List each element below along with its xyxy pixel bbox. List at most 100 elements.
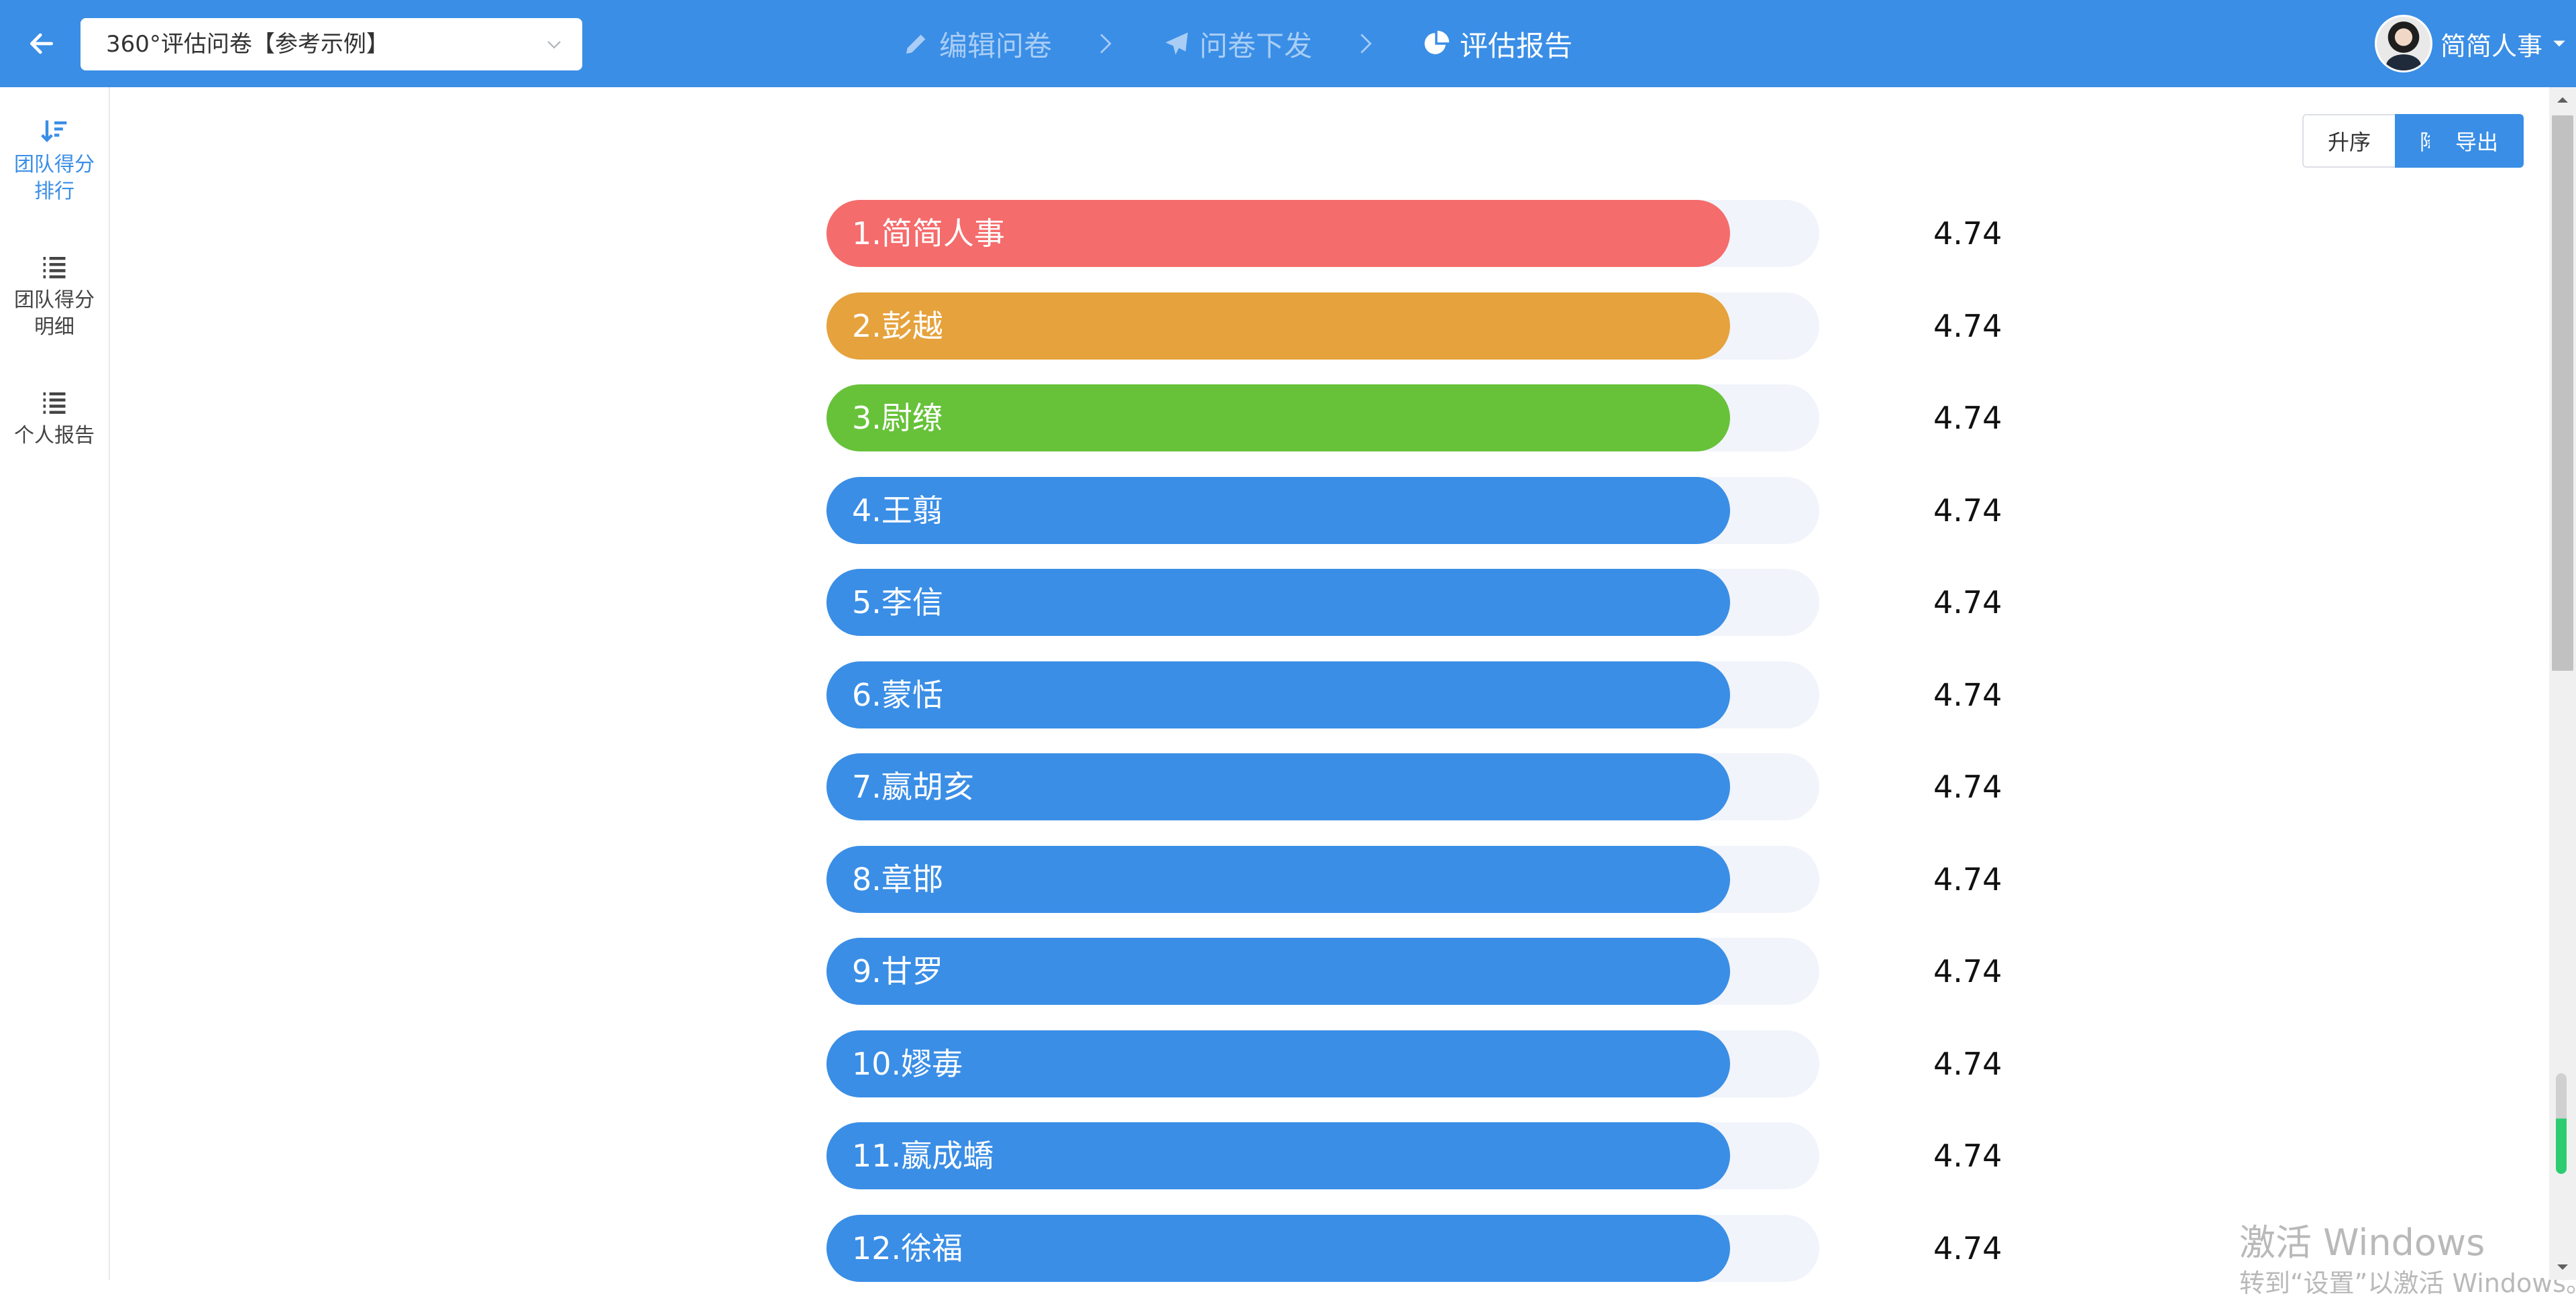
ranking-row: 5.李信 4.74 <box>826 569 2047 637</box>
ranking-bar-track: 2.彭越 <box>826 292 1819 360</box>
sidebar: 团队得分排行 团队得分明细 个人报告 <box>0 87 110 1280</box>
sidebar-item-label: 个人报告 <box>14 424 95 447</box>
sort-descending-icon <box>41 120 67 142</box>
ranking-bar: 5.李信 <box>826 569 1730 636</box>
user-name: 简简人事 <box>2440 31 2543 61</box>
sidebar-item-team-ranking[interactable]: 团队得分排行 <box>0 117 109 205</box>
chevron-right-icon <box>1360 34 1372 54</box>
ranking-bar: 10.嫪毐 <box>826 1030 1730 1097</box>
ranking-name-label: 8.章邯 <box>852 861 943 898</box>
windows-activation-watermark: 激活 Windows 转到“设置”以激活 Windows。 <box>2239 1220 2576 1300</box>
ranking-score: 4.74 <box>1933 307 2002 344</box>
scroll-down-arrow-icon[interactable] <box>2556 1262 2569 1272</box>
ranking-bar-track: 7.嬴胡亥 <box>826 753 1819 820</box>
ranking-name-label: 7.嬴胡亥 <box>852 769 974 805</box>
export-button[interactable]: 导出 <box>2430 114 2524 168</box>
ranking-score: 4.74 <box>1933 676 2002 713</box>
survey-select-value: 360°评估问卷【参考示例】 <box>106 31 389 58</box>
list-icon <box>43 256 66 278</box>
ranking-row: 11.嬴成蟜 4.74 <box>826 1122 2047 1191</box>
watermark-subtitle: 转到“设置”以激活 Windows。 <box>2239 1268 2576 1298</box>
back-button[interactable] <box>15 17 68 70</box>
pencil-icon <box>906 34 926 54</box>
ranking-score: 4.74 <box>1933 584 2002 620</box>
ranking-row: 2.彭越 4.74 <box>826 292 2047 361</box>
step-label: 问卷下发 <box>1199 29 1313 62</box>
ranking-name-label: 3.尉缭 <box>852 400 943 436</box>
ranking-bar-track: 10.嫪毐 <box>826 1030 1819 1097</box>
ranking-score: 4.74 <box>1933 1230 2002 1266</box>
ranking-row: 10.嫪毐 4.74 <box>826 1030 2047 1099</box>
ranking-score: 4.74 <box>1933 769 2002 805</box>
ranking-name-label: 11.嬴成蟜 <box>852 1138 994 1174</box>
ranking-bar-track: 11.嬴成蟜 <box>826 1122 1819 1189</box>
ranking-bar-track: 4.王翦 <box>826 476 1819 544</box>
step-label: 编辑问卷 <box>939 29 1053 62</box>
ranking-bar: 11.嬴成蟜 <box>826 1122 1730 1189</box>
paper-plane-icon <box>1165 32 1188 55</box>
ranking-bar: 12.徐福 <box>826 1214 1730 1282</box>
ranking-bar: 9.甘罗 <box>826 938 1730 1005</box>
main-content: 升序 降序 导出 1.简简人事4.742.彭越4.743.尉缭4.744.王翦4… <box>111 87 2576 1298</box>
ranking-score: 4.74 <box>1933 492 2002 529</box>
watermark-title: 激活 Windows <box>2239 1222 2485 1264</box>
scrollbar-thumb[interactable] <box>2552 115 2573 671</box>
ranking-name-label: 9.甘罗 <box>852 953 943 989</box>
ranking-bar-track: 5.李信 <box>826 569 1819 636</box>
step-edit-survey[interactable]: 编辑问卷 <box>903 20 1052 67</box>
user-menu[interactable]: 简简人事 <box>2375 15 2567 72</box>
ranking-row: 1.简简人事 4.74 <box>826 200 2047 268</box>
sidebar-item-label: 团队得分排行 <box>14 153 95 203</box>
ranking-bar-track: 9.甘罗 <box>826 938 1819 1005</box>
ranking-bar: 1.简简人事 <box>826 200 1730 267</box>
ranking-score: 4.74 <box>1933 400 2002 436</box>
ranking-row: 12.徐福 4.74 <box>826 1214 2047 1283</box>
ranking-name-label: 4.王翦 <box>852 492 943 529</box>
ranking-row: 4.王翦 4.74 <box>826 476 2047 545</box>
sidebar-item-personal-report[interactable]: 个人报告 <box>0 388 109 449</box>
ranking-name-label: 1.简简人事 <box>852 215 1005 252</box>
ranking-name-label: 2.彭越 <box>852 307 943 344</box>
ranking-bar: 2.彭越 <box>826 292 1730 360</box>
step-label: 评估报告 <box>1460 29 1573 62</box>
ranking-score: 4.74 <box>1933 1138 2002 1174</box>
ranking-bar-track: 8.章邯 <box>826 845 1819 913</box>
scroll-up-arrow-icon[interactable] <box>2556 95 2569 105</box>
sidebar-item-team-detail[interactable]: 团队得分明细 <box>0 252 109 341</box>
chevron-right-icon <box>1100 34 1112 54</box>
step-evaluation-report[interactable]: 评估报告 <box>1422 20 1572 67</box>
ranking-bar-track: 6.蒙恬 <box>826 661 1819 728</box>
list-icon <box>43 392 66 414</box>
ranking-bar: 4.王翦 <box>826 476 1730 544</box>
ranking-bar: 8.章邯 <box>826 845 1730 913</box>
pie-chart-icon <box>1424 30 1450 54</box>
ranking-row: 8.章邯 4.74 <box>826 845 2047 914</box>
ranking-bar-track: 1.简简人事 <box>826 200 1819 267</box>
ranking-score: 4.74 <box>1933 953 2002 989</box>
ranking-row: 7.嬴胡亥 4.74 <box>826 753 2047 822</box>
ranking-bar: 6.蒙恬 <box>826 661 1730 728</box>
floating-side-indicator <box>2556 1073 2567 1174</box>
ranking-score: 4.74 <box>1933 861 2002 898</box>
arrow-left-icon <box>30 33 54 54</box>
ranking-name-label: 6.蒙恬 <box>852 676 943 713</box>
chevron-down-icon <box>547 41 561 49</box>
top-bar: 360°评估问卷【参考示例】 编辑问卷 问卷下发 评估报告 简简人事 <box>0 0 2576 87</box>
step-distribute-survey[interactable]: 问卷下发 <box>1163 20 1312 67</box>
ranking-row: 6.蒙恬 4.74 <box>826 661 2047 730</box>
ranking-name-label: 5.李信 <box>852 584 943 620</box>
ranking-name-label: 10.嫪毐 <box>852 1045 963 1082</box>
ascending-button[interactable]: 升序 <box>2302 114 2395 168</box>
ranking-bar: 3.尉缭 <box>826 384 1730 451</box>
ranking-row: 9.甘罗 4.74 <box>826 938 2047 1006</box>
survey-select[interactable]: 360°评估问卷【参考示例】 <box>80 18 582 70</box>
ranking-bar-track: 12.徐福 <box>826 1214 1819 1282</box>
ranking-score: 4.74 <box>1933 215 2002 252</box>
avatar <box>2375 15 2432 72</box>
sidebar-item-label: 团队得分明细 <box>14 288 95 339</box>
ranking-bar-track: 3.尉缭 <box>826 384 1819 451</box>
ranking-score: 4.74 <box>1933 1045 2002 1082</box>
ranking-row: 3.尉缭 4.74 <box>826 384 2047 453</box>
ranking-bar: 7.嬴胡亥 <box>826 753 1730 820</box>
ranking-name-label: 12.徐福 <box>852 1230 963 1266</box>
